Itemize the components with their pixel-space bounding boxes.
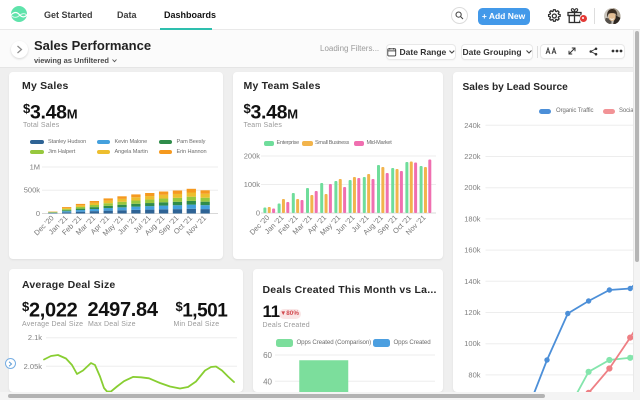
svg-text:1M: 1M bbox=[30, 163, 40, 172]
svg-text:0: 0 bbox=[36, 209, 40, 218]
svg-text:120k: 120k bbox=[464, 308, 481, 317]
svg-text:220k: 220k bbox=[464, 152, 481, 161]
svg-text:180k: 180k bbox=[464, 214, 481, 223]
svg-text:100k: 100k bbox=[464, 339, 481, 348]
svg-text:200k: 200k bbox=[464, 183, 481, 192]
svg-text:160k: 160k bbox=[464, 246, 481, 255]
svg-text:80k: 80k bbox=[468, 370, 480, 379]
svg-text:140k: 140k bbox=[464, 277, 481, 286]
svg-text:40: 40 bbox=[263, 377, 272, 386]
svg-text:2.1k: 2.1k bbox=[28, 333, 42, 342]
svg-text:500k: 500k bbox=[24, 186, 41, 195]
svg-text:0: 0 bbox=[256, 209, 260, 218]
svg-text:200k: 200k bbox=[244, 152, 261, 161]
svg-text:60: 60 bbox=[263, 351, 272, 360]
svg-text:2.05k: 2.05k bbox=[24, 361, 43, 370]
svg-text:240k: 240k bbox=[464, 121, 481, 130]
svg-text:100k: 100k bbox=[244, 180, 261, 189]
